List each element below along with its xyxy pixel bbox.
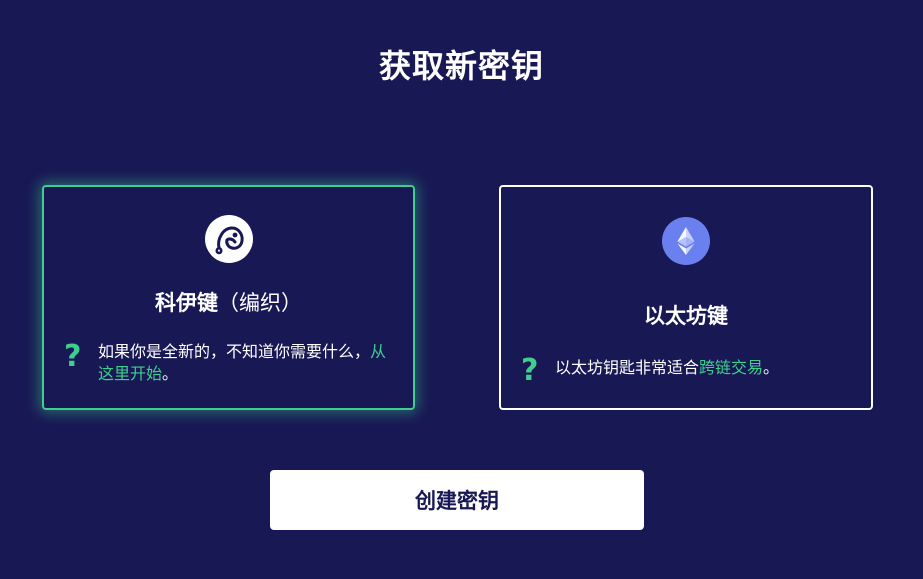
ethereum-icon — [662, 217, 710, 265]
ethereum-help-text-after: 。 — [763, 358, 780, 377]
cosmos-help-text: 如果你是全新的，不知道你需要什么，从这里开始。 — [98, 341, 388, 385]
cosmos-help-text-after: 。 — [162, 364, 179, 383]
cosmos-card-title-text: 科伊键 — [155, 291, 218, 315]
cosmos-key-card[interactable]: 科伊键（编织） ? 如果你是全新的，不知道你需要什么，从这里开始。 — [42, 185, 415, 410]
cosmos-help-text-before: 如果你是全新的，不知道你需要什么， — [98, 342, 371, 361]
create-key-button[interactable]: 创建密钥 — [270, 470, 644, 530]
cross-chain-link[interactable]: 跨链交易 — [699, 358, 763, 377]
ethereum-card-title: 以太坊键 — [644, 304, 728, 328]
ethereum-help-text: 以太坊钥匙非常适合跨链交易。 — [555, 357, 845, 379]
cosmos-help-row: ? 如果你是全新的，不知道你需要什么，从这里开始。 — [64, 341, 388, 385]
cosmos-card-title: 科伊键（编织） — [44, 288, 413, 318]
page-title: 获取新密钥 — [378, 47, 544, 85]
ethereum-key-card[interactable]: 以太坊键 ? 以太坊钥匙非常适合跨链交易。 — [499, 185, 873, 410]
cosmos-card-subtitle: （编织） — [218, 291, 302, 315]
cosmos-keplr-icon — [204, 215, 253, 263]
question-mark-icon: ? — [64, 339, 82, 374]
ethereum-help-text-before: 以太坊钥匙非常适合 — [555, 358, 700, 377]
question-mark-icon: ? — [521, 353, 539, 388]
ethereum-help-row: ? 以太坊钥匙非常适合跨链交易。 — [521, 353, 845, 388]
